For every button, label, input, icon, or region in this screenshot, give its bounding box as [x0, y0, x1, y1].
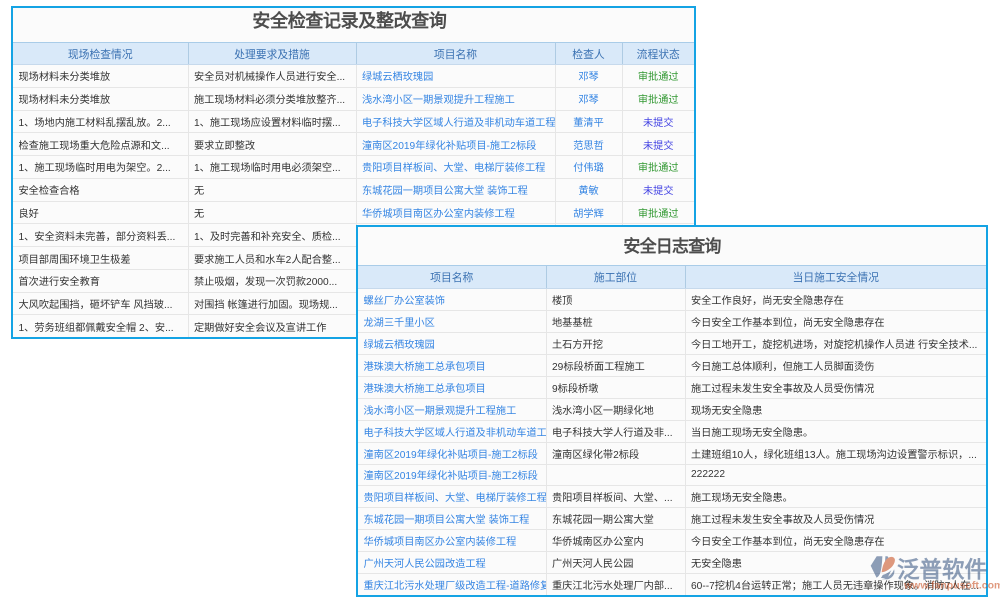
svg-text:www.fanpusoft.com: www.fanpusoft.com	[903, 580, 1000, 592]
